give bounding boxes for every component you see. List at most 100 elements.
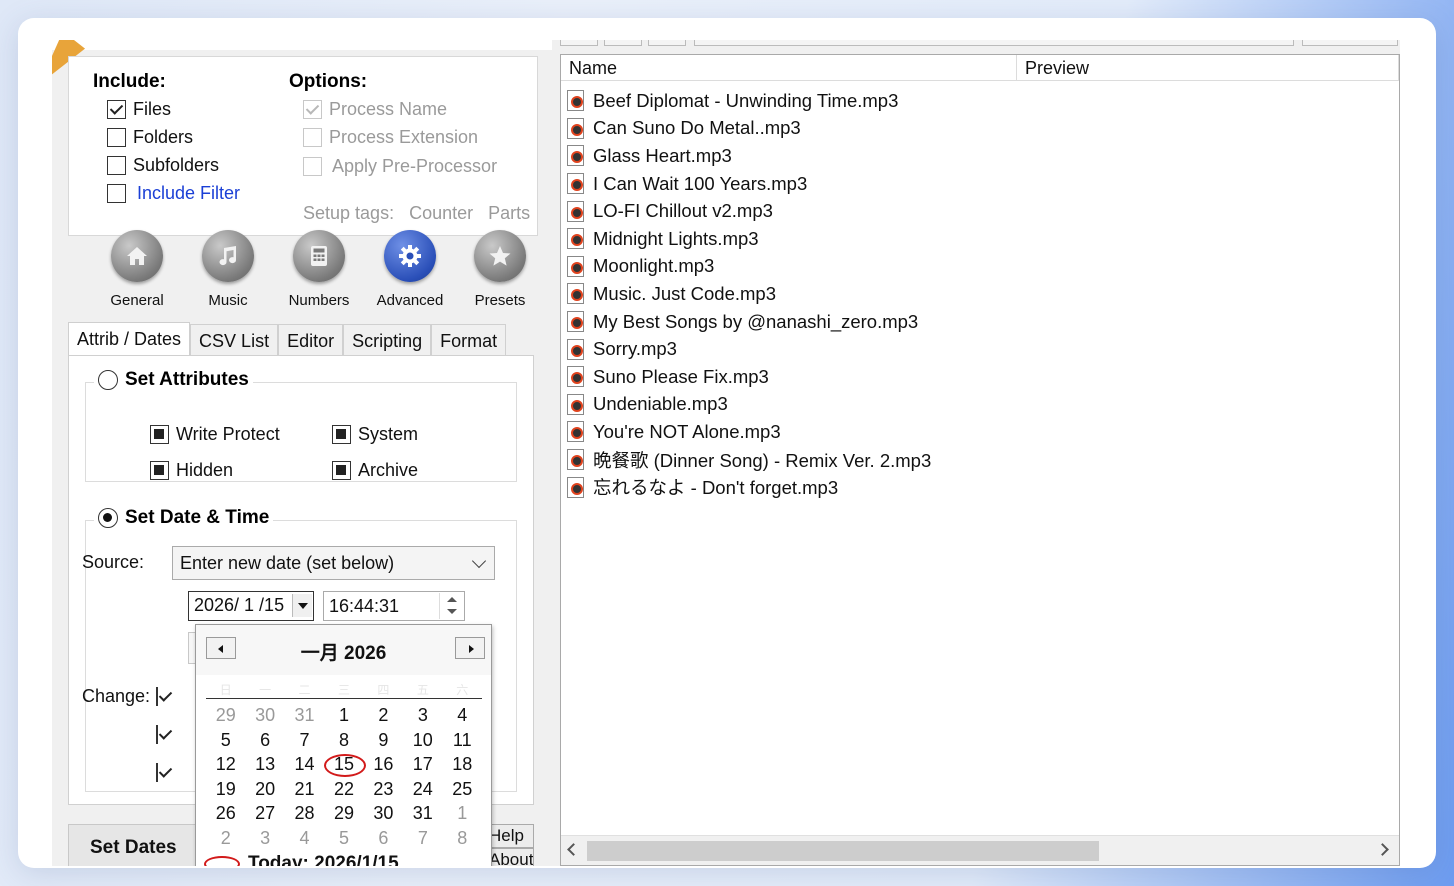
calendar-day[interactable]: 13	[245, 752, 284, 777]
file-row[interactable]: Moonlight.mp3	[567, 253, 931, 281]
subfolders-checkbox[interactable]: Subfolders	[107, 155, 219, 176]
horizontal-scrollbar[interactable]	[561, 835, 1399, 865]
files-checkbox[interactable]: Files	[107, 99, 171, 120]
scroll-left-icon[interactable]	[567, 843, 580, 856]
calendar-day[interactable]: 2	[206, 826, 245, 851]
mode-numbers-button[interactable]: Numbers	[279, 230, 359, 309]
change-created-checkbox[interactable]	[156, 687, 165, 706]
toolbar-button[interactable]	[648, 40, 686, 46]
calendar-day[interactable]: 9	[364, 728, 403, 753]
toolbar-button[interactable]	[604, 40, 642, 46]
calendar-day[interactable]: 22	[324, 777, 363, 802]
calendar-day[interactable]: 20	[245, 777, 284, 802]
include-filter-checkbox[interactable]: Include Filter	[107, 183, 240, 204]
file-row[interactable]: I Can Wait 100 Years.mp3	[567, 170, 931, 198]
mode-general-button[interactable]: General	[97, 230, 177, 309]
archive-checkbox[interactable]: Archive	[332, 460, 418, 481]
tab-scripting[interactable]: Scripting	[343, 324, 432, 356]
calendar-day[interactable]: 8	[443, 826, 482, 851]
mode-presets-button[interactable]: Presets	[460, 230, 540, 309]
checkbox-box[interactable]	[107, 128, 126, 147]
column-header-preview[interactable]: Preview	[1017, 55, 1399, 81]
calendar-day[interactable]: 3	[245, 826, 284, 851]
checkbox-indeterminate[interactable]	[332, 461, 351, 480]
write-protect-checkbox[interactable]: Write Protect	[150, 424, 280, 445]
calendar-day[interactable]: 14	[285, 752, 324, 777]
file-list[interactable]: Name Preview Beef Diplomat - Unwinding T…	[560, 54, 1400, 866]
calendar-day[interactable]: 16	[364, 752, 403, 777]
calendar-day[interactable]: 17	[403, 752, 442, 777]
today-link[interactable]: Today: 2026/1/15	[204, 853, 399, 866]
date-picker-input[interactable]: 2026/ 1 /15	[188, 591, 314, 621]
scroll-thumb[interactable]	[587, 841, 1099, 861]
calendar-day[interactable]: 19	[206, 777, 245, 802]
file-row[interactable]: 忘れるなよ - Don't forget.mp3	[567, 473, 931, 501]
file-row[interactable]: Glass Heart.mp3	[567, 142, 931, 170]
file-row[interactable]: You're NOT Alone.mp3	[567, 418, 931, 446]
mode-music-button[interactable]: Music	[188, 230, 268, 309]
checkbox-box[interactable]	[107, 100, 126, 119]
calendar-day[interactable]: 10	[403, 728, 442, 753]
toolbar-button[interactable]	[1302, 40, 1398, 46]
time-input[interactable]: 16:44:31	[323, 591, 465, 621]
tab-attrib-dates[interactable]: Attrib / Dates	[68, 322, 191, 356]
source-select[interactable]: Enter new date (set below)	[172, 546, 495, 580]
tab-csv-list[interactable]: CSV List	[190, 324, 279, 356]
calendar-day[interactable]: 5	[206, 728, 245, 753]
checkbox-indeterminate[interactable]	[150, 461, 169, 480]
scroll-right-icon[interactable]	[1376, 843, 1389, 856]
calendar-day[interactable]: 27	[245, 801, 284, 826]
calendar-day[interactable]: 2	[364, 703, 403, 728]
file-row[interactable]: Beef Diplomat - Unwinding Time.mp3	[567, 87, 931, 115]
calendar-day[interactable]: 23	[364, 777, 403, 802]
set-date-time-radio[interactable]: Set Date & Time	[94, 507, 274, 529]
calendar-day[interactable]: 7	[285, 728, 324, 753]
file-row[interactable]: Can Suno Do Metal..mp3	[567, 115, 931, 143]
spin-down-icon[interactable]	[447, 609, 457, 614]
calendar-day[interactable]: 31	[403, 801, 442, 826]
calendar-day[interactable]: 4	[285, 826, 324, 851]
path-input[interactable]	[694, 40, 1294, 46]
checkbox-indeterminate[interactable]	[332, 425, 351, 444]
calendar-day[interactable]: 25	[443, 777, 482, 802]
checkbox-box[interactable]	[107, 184, 126, 203]
system-checkbox[interactable]: System	[332, 424, 418, 445]
calendar-day[interactable]: 8	[324, 728, 363, 753]
calendar-day[interactable]: 24	[403, 777, 442, 802]
calendar-day[interactable]: 12	[206, 752, 245, 777]
checkbox-box[interactable]	[156, 725, 158, 744]
calendar-day[interactable]: 3	[403, 703, 442, 728]
calendar-day[interactable]: 30	[245, 703, 284, 728]
file-row[interactable]: Suno Please Fix.mp3	[567, 363, 931, 391]
radio-button[interactable]	[98, 370, 118, 390]
include-filter-link[interactable]: Include Filter	[137, 183, 240, 204]
calendar-day[interactable]: 6	[364, 826, 403, 851]
spin-up-icon[interactable]	[447, 597, 457, 602]
radio-button[interactable]	[98, 508, 118, 528]
calendar-day[interactable]: 18	[443, 752, 482, 777]
column-header-name[interactable]: Name	[561, 55, 1017, 81]
checkbox-box[interactable]	[107, 156, 126, 175]
file-row[interactable]: Undeniable.mp3	[567, 391, 931, 419]
calendar-day[interactable]: 29	[206, 703, 245, 728]
time-spinner[interactable]	[439, 593, 463, 619]
calendar-day[interactable]: 1	[443, 801, 482, 826]
calendar-day[interactable]: 5	[324, 826, 363, 851]
calendar-day[interactable]: 28	[285, 801, 324, 826]
calendar-day[interactable]: 1	[324, 703, 363, 728]
calendar-day-today[interactable]: 15	[324, 752, 367, 777]
mode-advanced-button[interactable]: Advanced	[370, 230, 450, 309]
checkbox-indeterminate[interactable]	[150, 425, 169, 444]
calendar-day[interactable]: 4	[443, 703, 482, 728]
change-modified-checkbox[interactable]	[156, 725, 165, 744]
folders-checkbox[interactable]: Folders	[107, 127, 193, 148]
toolbar-button[interactable]	[560, 40, 598, 46]
calendar-day[interactable]: 30	[364, 801, 403, 826]
set-attributes-radio[interactable]: Set Attributes	[94, 369, 253, 391]
tab-format[interactable]: Format	[431, 324, 507, 356]
file-row[interactable]: Music. Just Code.mp3	[567, 280, 931, 308]
calendar-day[interactable]: 29	[324, 801, 363, 826]
calendar-day[interactable]: 21	[285, 777, 324, 802]
date-dropdown-button[interactable]	[292, 594, 312, 617]
calendar-day[interactable]: 26	[206, 801, 245, 826]
